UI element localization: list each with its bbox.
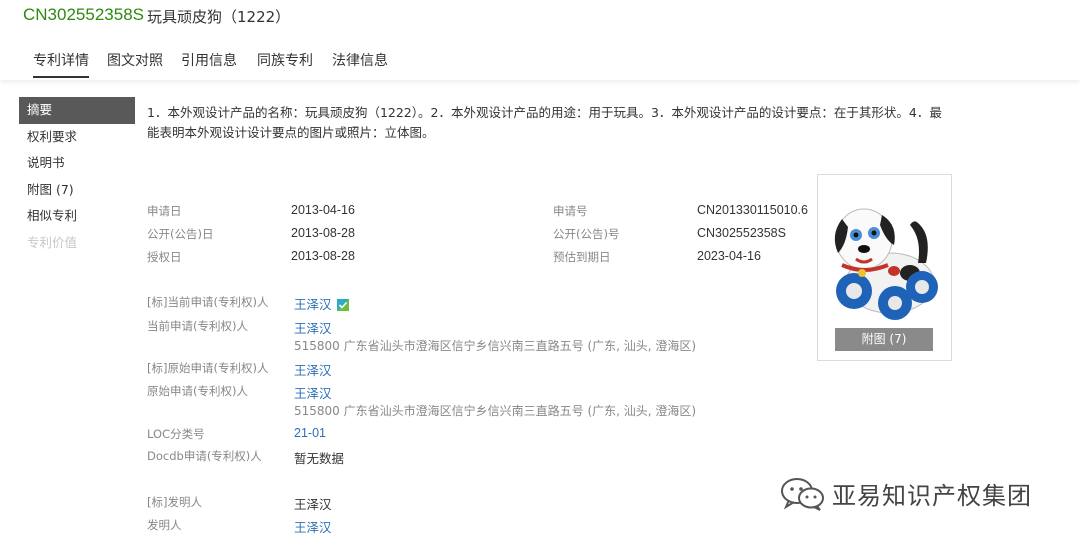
std-original-applicant-label: [标]原始申请(专利权)人 [147, 361, 269, 375]
loc-class-link[interactable]: 21-01 [294, 426, 326, 440]
sidebar-nav: 摘要 权利要求 说明书 附图 (7) 相似专利 专利价值 [19, 97, 135, 256]
std-current-applicant-link[interactable]: 王泽汉 [294, 298, 332, 312]
original-applicant-address: 515800 广东省汕头市澄海区信宁乡信兴南三直路五号 (广东, 汕头, 澄海区… [294, 404, 697, 418]
tab-family[interactable]: 同族专利 [257, 50, 313, 70]
original-applicant-link[interactable]: 王泽汉 [294, 383, 332, 402]
pub-no-value: CN302552358S [697, 226, 786, 240]
figures-button[interactable]: 附图 (7) [835, 328, 933, 351]
apply-date-label: 申请日 [147, 204, 182, 218]
current-applicant-address: 515800 广东省汕头市澄海区信宁乡信兴南三直路五号 (广东, 汕头, 澄海区… [294, 339, 697, 353]
pub-date-label: 公开(公告)日 [147, 227, 214, 241]
pub-no-label: 公开(公告)号 [553, 227, 620, 241]
tab-image-text[interactable]: 图文对照 [107, 50, 163, 70]
sidebar-item-claims[interactable]: 权利要求 [19, 124, 135, 151]
patent-title: 玩具顽皮狗（1222） [147, 8, 291, 26]
toy-dog-image [834, 208, 938, 320]
grant-date-value: 2013-08-28 [291, 249, 355, 263]
patent-number: CN302552358S [23, 5, 144, 24]
figure-thumbnail[interactable]: 附图 (7) [817, 174, 952, 361]
original-applicant-label: 原始申请(专利权)人 [147, 384, 248, 398]
loc-class-label: LOC分类号 [147, 427, 205, 441]
std-current-applicant-row: 王泽汉 [294, 294, 349, 313]
inventor-link[interactable]: 王泽汉 [294, 517, 332, 536]
abstract-text: 1．本外观设计产品的名称：玩具顽皮狗（1222）。2．本外观设计产品的用途：用于… [147, 105, 942, 140]
sidebar-item-value: 专利价值 [27, 234, 78, 250]
current-applicant-label: 当前申请(专利权)人 [147, 319, 248, 333]
watermark-text: 亚易知识产权集团 [832, 482, 1032, 510]
std-inventor-label: [标]发明人 [147, 495, 202, 509]
tab-citations[interactable]: 引用信息 [181, 50, 237, 70]
apply-no-value: CN201330115010.6 [697, 203, 808, 217]
expire-date-label: 预估到期日 [553, 250, 611, 264]
sidebar-item-description[interactable]: 说明书 [19, 150, 135, 177]
docdb-applicant-label: Docdb申请(专利权)人 [147, 449, 262, 463]
grant-date-label: 授权日 [147, 250, 182, 264]
pub-date-value: 2013-08-28 [291, 226, 355, 240]
current-applicant-link[interactable]: 王泽汉 [294, 318, 332, 337]
std-original-applicant-link[interactable]: 王泽汉 [294, 360, 332, 379]
tab-patent-details[interactable]: 专利详情 [33, 50, 89, 78]
std-current-applicant-label: [标]当前申请(专利权)人 [147, 295, 269, 309]
tab-legal[interactable]: 法律信息 [332, 50, 388, 70]
expire-date-value: 2023-04-16 [697, 249, 761, 263]
header-bar: CN302552358S 玩具顽皮狗（1222） 专利详情 图文对照 引用信息 … [0, 0, 1080, 80]
docdb-applicant-value: 暂无数据 [294, 452, 345, 466]
apply-date-value: 2013-04-16 [291, 203, 355, 217]
sidebar-item-similar[interactable]: 相似专利 [19, 203, 135, 230]
verified-icon [336, 299, 349, 311]
sidebar-item-figures[interactable]: 附图 (7) [19, 177, 135, 204]
sidebar-item-abstract[interactable]: 摘要 [19, 97, 135, 124]
apply-no-label: 申请号 [553, 204, 588, 218]
std-inventor-value: 王泽汉 [294, 498, 332, 512]
inventor-label: 发明人 [147, 518, 182, 532]
wechat-icon [780, 476, 826, 516]
